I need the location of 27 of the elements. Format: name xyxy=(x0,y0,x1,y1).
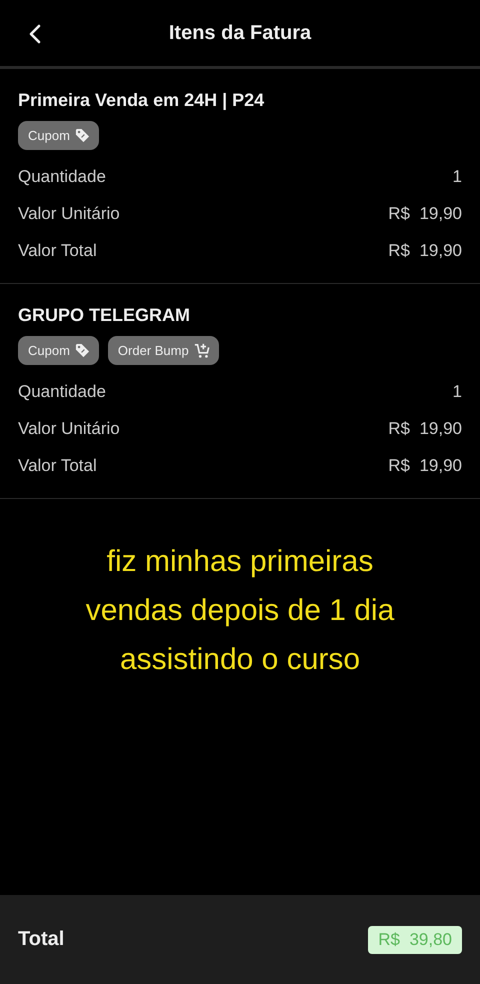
item-name: GRUPO TELEGRAM xyxy=(18,305,192,326)
tag-chip: Cupom xyxy=(18,336,99,365)
caption-text: fiz minhas primeiras xyxy=(106,544,374,580)
row-value: 1 xyxy=(452,382,462,402)
row-value: R$ 19,90 xyxy=(388,240,462,260)
caption-text: vendas depois de 1 dia xyxy=(86,593,394,629)
row-label: Quantidade xyxy=(18,166,106,186)
tag-chip: Cupom xyxy=(18,121,99,150)
tag-icon xyxy=(74,343,90,358)
cart-plus-icon xyxy=(194,342,210,358)
row-label: Valor Total xyxy=(18,456,97,476)
caption-text: assistindo o curso xyxy=(120,642,360,678)
row-value: R$ 19,90 xyxy=(388,204,462,224)
total-amount: R$ 39,80 xyxy=(368,926,462,954)
row-label: Valor Unitário xyxy=(18,204,120,224)
item-name: Primeira Venda em 24H | P24 xyxy=(18,90,266,111)
tag-chip: Order Bump xyxy=(108,336,219,365)
back-icon[interactable] xyxy=(29,24,41,44)
tag-icon xyxy=(74,128,90,143)
row-label: Valor Unitário xyxy=(18,418,120,438)
row-value: R$ 19,90 xyxy=(388,456,462,476)
row-label: Quantidade xyxy=(18,382,106,402)
page-title: Itens da Fatura xyxy=(168,22,312,44)
row-value: R$ 19,90 xyxy=(388,418,462,438)
total-label: Total xyxy=(18,928,64,951)
row-label: Valor Total xyxy=(18,240,97,260)
row-value: 1 xyxy=(452,166,462,186)
